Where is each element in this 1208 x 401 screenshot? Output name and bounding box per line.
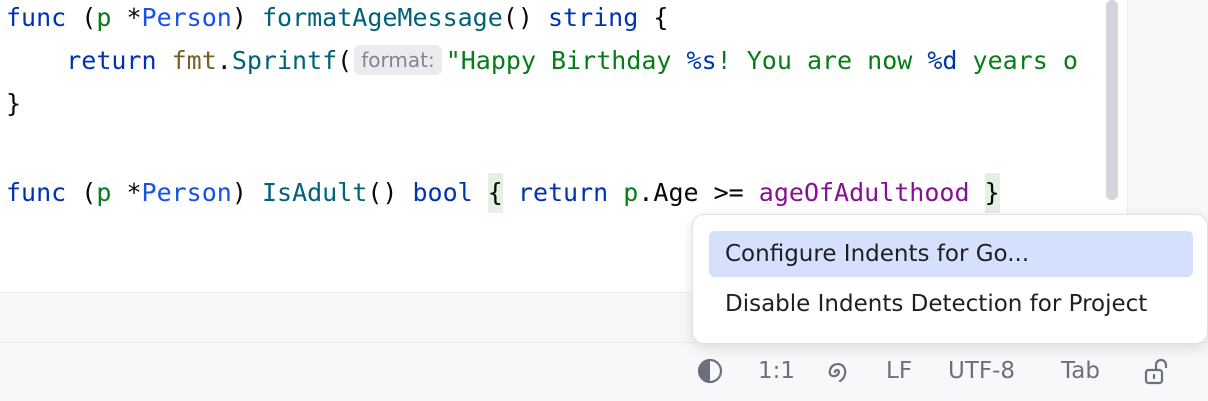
return-type: bool (412, 178, 473, 207)
keyword-func: func (6, 3, 67, 32)
operator: >= (713, 178, 744, 207)
indent-options-popup: Configure Indents for Go... Disable Inde… (692, 214, 1208, 344)
vertical-scrollbar[interactable] (1106, 0, 1118, 200)
string-literal: ! You are now (716, 46, 928, 75)
code-line-2: return fmt.Sprintf(format: "Happy Birthda… (6, 41, 1078, 81)
package-name: fmt (171, 46, 217, 75)
close-brace: } (6, 89, 22, 118)
keyword-return: return (66, 46, 157, 75)
indent-setting[interactable]: Tab (1061, 343, 1100, 401)
paren: ) (231, 178, 247, 207)
spiral-icon[interactable] (822, 357, 852, 387)
pointer-star: * (126, 178, 142, 207)
method-name: IsAdult (261, 178, 368, 207)
menu-item-disable-indents-detection[interactable]: Disable Indents Detection for Project (709, 281, 1193, 327)
field-name: Age (653, 178, 699, 207)
paren: ( (337, 46, 353, 75)
open-brace-highlight: { (487, 173, 503, 213)
menu-item-configure-indents[interactable]: Configure Indents for Go... (709, 231, 1193, 277)
status-bar: 1:1 LF UTF-8 Tab (0, 342, 1208, 401)
type-name: Person (141, 178, 232, 207)
parens: () (367, 178, 398, 207)
keyword-func: func (6, 178, 67, 207)
code-line-5: func (p *Person) IsAdult() bool { return… (6, 173, 1000, 213)
code-line-1: func (p *Person) formatAgeMessage() stri… (6, 0, 668, 38)
paren: ( (81, 3, 97, 32)
file-encoding[interactable]: UTF-8 (948, 343, 1015, 401)
constant-name: ageOfAdulthood (758, 178, 970, 207)
line-separator[interactable]: LF (886, 343, 912, 401)
string-literal: years o (957, 46, 1078, 75)
dot: . (216, 46, 232, 75)
paren: ( (81, 178, 97, 207)
open-brace: { (653, 3, 669, 32)
method-name: formatAgeMessage (261, 3, 503, 32)
paren: ) (231, 3, 247, 32)
half-circle-icon[interactable] (696, 357, 724, 387)
dot: . (638, 178, 654, 207)
type-name: Person (141, 3, 232, 32)
caret-position[interactable]: 1:1 (758, 343, 795, 401)
format-verb: %s (686, 46, 717, 75)
keyword-return: return (517, 178, 609, 207)
pointer-star: * (126, 3, 142, 32)
string-literal: "Happy Birthday (445, 46, 687, 75)
receiver-name: p (623, 178, 639, 207)
parameter-hint: format: (354, 45, 442, 75)
code-line-3: } (6, 84, 21, 124)
receiver-name: p (96, 178, 112, 207)
return-type: string (547, 3, 639, 32)
close-brace-highlight: } (984, 173, 1000, 213)
format-verb: %d (927, 46, 958, 75)
receiver-name: p (96, 3, 112, 32)
unlocked-padlock-icon[interactable] (1142, 357, 1172, 387)
function-name: Sprintf (231, 46, 338, 75)
parens: () (502, 3, 533, 32)
